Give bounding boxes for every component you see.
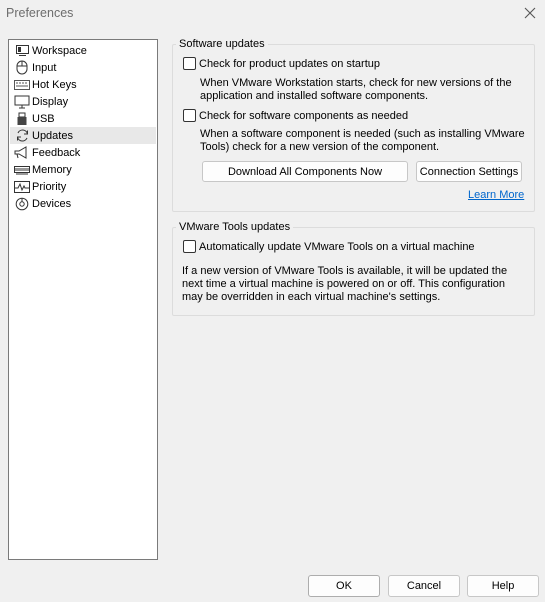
components-description: When a software component is needed (suc… <box>200 128 525 154</box>
download-all-components-button[interactable]: Download All Components Now <box>202 161 408 182</box>
description-line: application and installed software compo… <box>200 90 429 102</box>
ok-button[interactable]: OK <box>308 575 380 597</box>
window-title: Preferences <box>6 6 74 20</box>
devices-icon <box>14 196 30 212</box>
sidebar-item-label: Memory <box>32 163 72 176</box>
product-updates-description: When VMware Workstation starts, check fo… <box>200 77 512 103</box>
check-product-updates-label: Check for product updates on startup <box>199 57 380 70</box>
sidebar-item-workspace[interactable]: Workspace <box>10 42 156 59</box>
check-product-updates-row[interactable]: Check for product updates on startup <box>183 57 380 70</box>
close-icon <box>524 7 536 19</box>
memory-chip-icon <box>14 162 30 178</box>
sidebar-item-feedback[interactable]: Feedback <box>10 144 156 161</box>
preferences-category-list[interactable]: Workspace Input Hot Keys Display USB Upd… <box>8 39 158 560</box>
sidebar-item-hot-keys[interactable]: Hot Keys <box>10 76 156 93</box>
check-components-checkbox[interactable] <box>183 109 196 122</box>
auto-update-tools-label: Automatically update VMware Tools on a v… <box>199 240 475 253</box>
software-updates-title: Software updates <box>176 38 268 50</box>
check-components-label: Check for software components as needed <box>199 109 409 122</box>
help-button[interactable]: Help <box>467 575 539 597</box>
sidebar-item-label: Hot Keys <box>32 78 77 91</box>
tools-updates-title: VMware Tools updates <box>176 221 294 233</box>
connection-settings-button[interactable]: Connection Settings <box>416 161 522 182</box>
mouse-icon <box>14 60 30 76</box>
sidebar-item-label: Display <box>32 95 69 108</box>
sidebar-item-memory[interactable]: Memory <box>10 161 156 178</box>
usb-icon <box>14 111 30 127</box>
sidebar-item-label: Updates <box>32 129 73 142</box>
sidebar-item-label: USB <box>32 112 55 125</box>
sidebar-item-usb[interactable]: USB <box>10 110 156 127</box>
sidebar-item-label: Devices <box>32 197 72 210</box>
description-line: Tools) check for a new version of the co… <box>200 141 440 153</box>
check-product-updates-checkbox[interactable] <box>183 57 196 70</box>
sidebar-item-input[interactable]: Input <box>10 59 156 76</box>
sidebar-item-label: Priority <box>32 180 67 193</box>
description-line: may be overridden in each virtual machin… <box>182 291 441 303</box>
close-button[interactable] <box>515 0 545 26</box>
tools-updates-description: If a new version of VMware Tools is avai… <box>182 265 507 304</box>
monitor-icon <box>14 94 30 110</box>
sidebar-item-priority[interactable]: Priority <box>10 178 156 195</box>
sidebar-item-label: Input <box>32 61 57 74</box>
activity-graph-icon <box>14 179 30 195</box>
refresh-icon <box>14 128 30 144</box>
title-bar: Preferences <box>0 0 545 28</box>
description-line: If a new version of VMware Tools is avai… <box>182 265 508 277</box>
megaphone-icon <box>14 145 30 161</box>
auto-update-tools-row[interactable]: Automatically update VMware Tools on a v… <box>183 240 475 253</box>
check-components-row[interactable]: Check for software components as needed <box>183 109 408 122</box>
description-line: When a software component is needed (suc… <box>200 128 525 140</box>
cancel-button[interactable]: Cancel <box>388 575 460 597</box>
sidebar-item-updates[interactable]: Updates <box>10 127 156 144</box>
learn-more-link[interactable]: Learn More <box>468 189 524 201</box>
sidebar-item-label: Feedback <box>32 146 81 159</box>
sidebar-item-display[interactable]: Display <box>10 93 156 110</box>
workspace-icon <box>14 43 30 59</box>
sidebar-item-label: Workspace <box>32 44 87 57</box>
description-line: next time a virtual machine is powered o… <box>182 278 506 290</box>
auto-update-tools-checkbox[interactable] <box>183 240 196 253</box>
keyboard-icon <box>14 77 30 93</box>
sidebar-item-devices[interactable]: Devices <box>10 195 156 212</box>
description-line: When VMware Workstation starts, check fo… <box>200 77 512 89</box>
